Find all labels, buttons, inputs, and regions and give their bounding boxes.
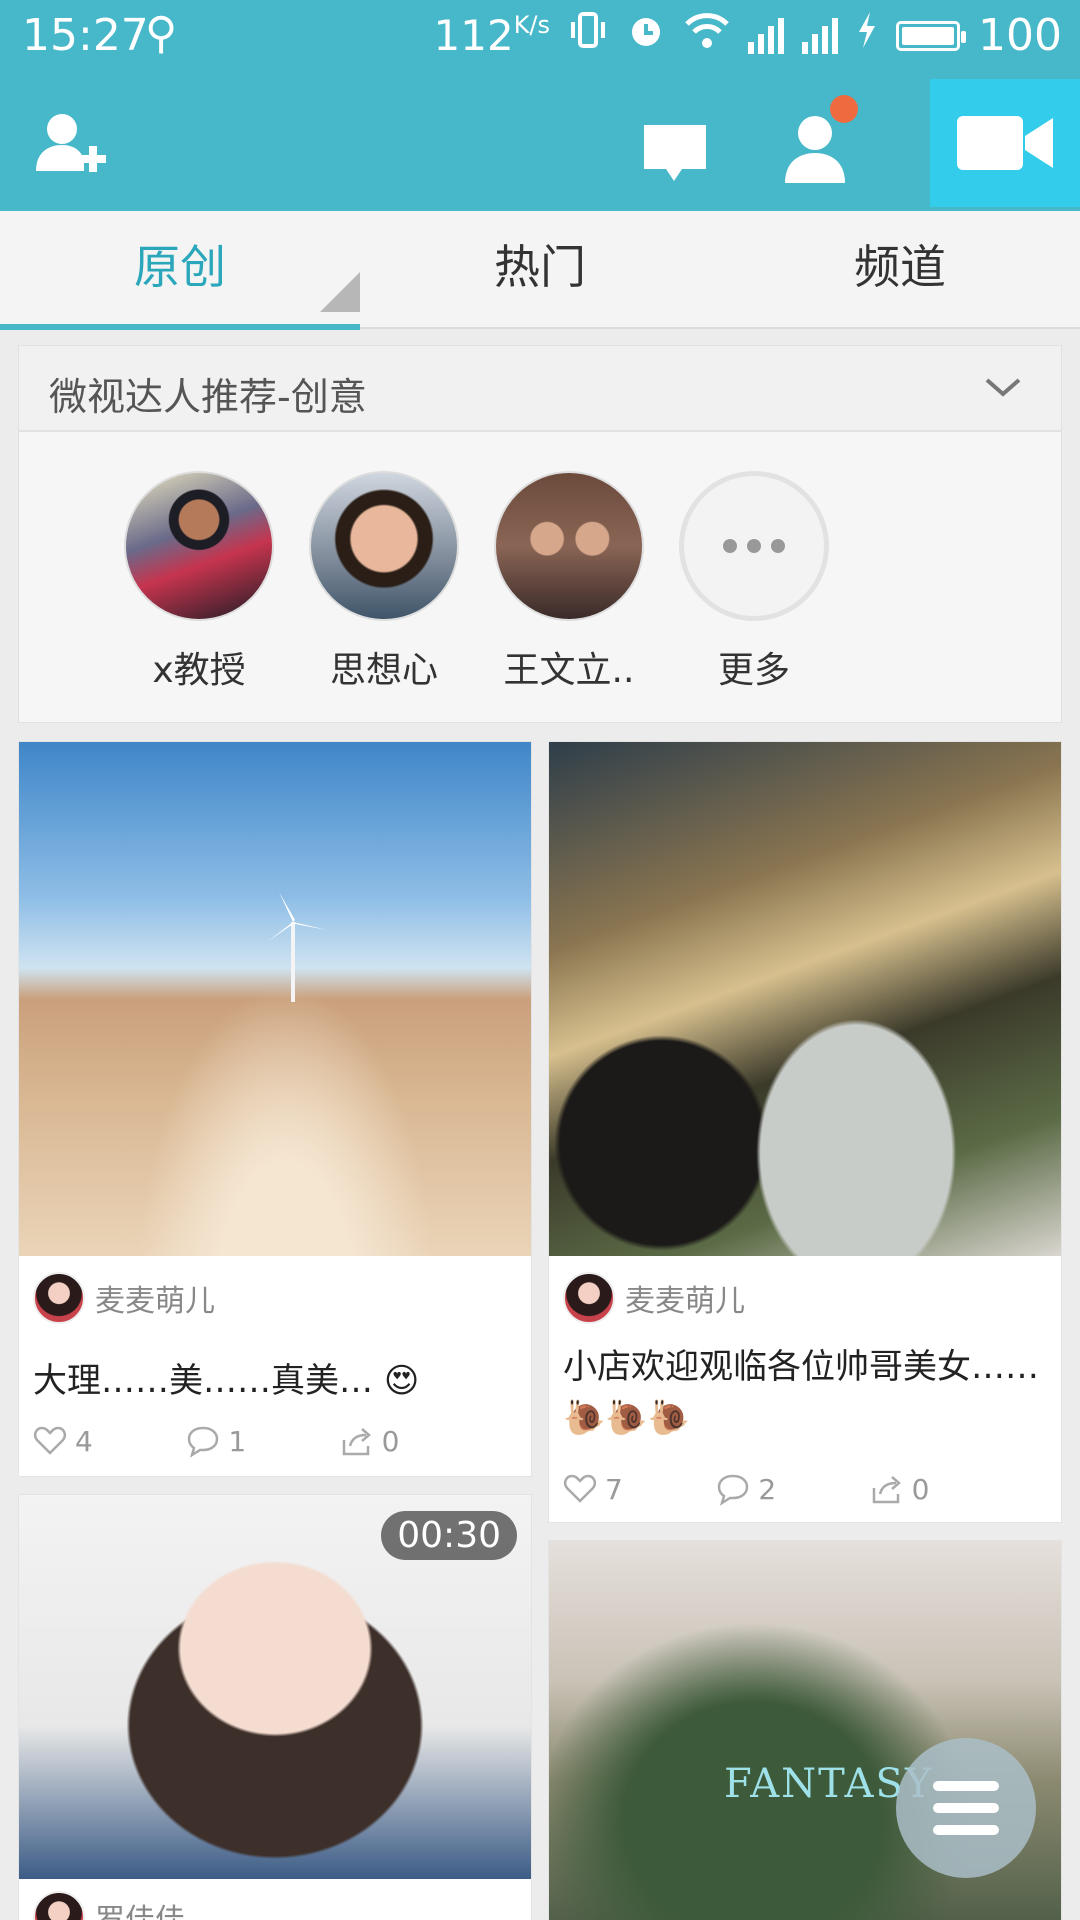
- network-speed: 112K/s: [433, 11, 551, 60]
- card-description: 小店欢迎观临各位帅哥美女…… 🐌🐌🐌: [563, 1347, 1039, 1438]
- wifi-icon: [684, 10, 730, 61]
- share-icon: [342, 1428, 371, 1456]
- recommend-panel: 微视达人推荐-创意 x教授 思想心 王文立.. 更多: [18, 345, 1062, 723]
- card-stats: 7 2 0: [563, 1472, 1023, 1506]
- tab-hot[interactable]: 热门: [360, 211, 720, 327]
- comment-button[interactable]: 2: [716, 1472, 869, 1506]
- share-button[interactable]: 0: [340, 1424, 493, 1458]
- card-author[interactable]: 麦麦萌儿: [33, 1272, 215, 1324]
- avatar[interactable]: [494, 471, 644, 621]
- recommend-user[interactable]: 思想心: [309, 471, 459, 693]
- author-name: 麦麦萌儿: [625, 1284, 745, 1319]
- usb-icon: ⚲: [145, 8, 178, 59]
- menu-button[interactable]: [896, 1738, 1036, 1878]
- status-time: 15:27: [22, 10, 149, 61]
- recommend-more-label: 更多: [717, 650, 790, 691]
- recommend-user-name: x教授: [152, 650, 246, 691]
- recommend-user-name: 王文立..: [503, 650, 635, 691]
- share-button[interactable]: 0: [870, 1472, 1023, 1506]
- signal-4g-icon: [748, 17, 785, 54]
- vibrate-icon: [568, 10, 608, 61]
- recommend-title: 微视达人推荐-创意: [49, 375, 367, 419]
- author-name: 麦麦萌儿: [95, 1284, 215, 1319]
- video-thumbnail[interactable]: [549, 742, 1061, 1256]
- card-description: 大理……美……真美… 😍: [33, 1361, 420, 1401]
- heart-icon: [33, 1426, 67, 1455]
- top-bar: [0, 75, 1080, 211]
- charging-icon: [856, 10, 878, 61]
- signal-icon: [802, 17, 839, 54]
- battery-icon: [896, 20, 967, 51]
- comment-icon: [718, 1474, 749, 1506]
- recommend-user[interactable]: 王文立..: [494, 471, 644, 693]
- comment-icon: [188, 1426, 219, 1458]
- video-card[interactable]: 00:30 罗佳佳: [18, 1494, 532, 1920]
- avatar[interactable]: [33, 1272, 85, 1324]
- video-duration: 00:30: [381, 1511, 517, 1560]
- wind-turbine-icon: [267, 892, 327, 1002]
- card-author[interactable]: 罗佳佳: [33, 1891, 185, 1920]
- like-button[interactable]: 4: [33, 1424, 186, 1458]
- tab-bar: 原创 热门 频道: [0, 211, 1080, 329]
- chevron-down-icon[interactable]: [983, 372, 1023, 402]
- heart-icon: [563, 1474, 597, 1503]
- video-camera-icon[interactable]: [930, 79, 1080, 207]
- card-stats: 4 1 0: [33, 1424, 493, 1458]
- video-thumbnail[interactable]: [19, 742, 531, 1256]
- recommend-more[interactable]: 更多: [679, 471, 829, 693]
- share-icon: [872, 1476, 901, 1504]
- status-bar: 15:27 ⚲ 112K/s 100: [0, 0, 1080, 75]
- alarm-icon: [626, 10, 666, 61]
- message-icon[interactable]: [640, 119, 710, 189]
- comment-button[interactable]: 1: [186, 1424, 339, 1458]
- video-card[interactable]: 麦麦萌儿 大理……美……真美… 😍 4 1 0: [18, 741, 532, 1477]
- avatar[interactable]: [33, 1891, 85, 1920]
- card-author[interactable]: 麦麦萌儿: [563, 1272, 745, 1324]
- more-icon[interactable]: [679, 471, 829, 621]
- menu-icon: [933, 1781, 999, 1791]
- notification-dot: [830, 95, 858, 123]
- avatar[interactable]: [309, 471, 459, 621]
- tab-dropdown-corner[interactable]: [320, 272, 360, 312]
- avatar[interactable]: [563, 1272, 615, 1324]
- tab-channel[interactable]: 频道: [720, 211, 1080, 327]
- recommend-user-name: 思想心: [329, 650, 438, 691]
- recommend-user[interactable]: x教授: [124, 471, 274, 693]
- video-card[interactable]: 麦麦萌儿 小店欢迎观临各位帅哥美女…… 🐌🐌🐌 7 2 0: [548, 741, 1062, 1523]
- add-friend-icon[interactable]: [30, 105, 110, 185]
- recommend-header[interactable]: 微视达人推荐-创意: [19, 346, 1061, 432]
- avatar[interactable]: [124, 471, 274, 621]
- battery-level: 100: [978, 10, 1062, 61]
- tab-active-indicator: [0, 324, 360, 330]
- status-right: 112K/s 100: [434, 10, 1062, 61]
- tab-original[interactable]: 原创: [0, 211, 360, 327]
- author-name: 罗佳佳: [95, 1895, 185, 1920]
- like-button[interactable]: 7: [563, 1472, 716, 1506]
